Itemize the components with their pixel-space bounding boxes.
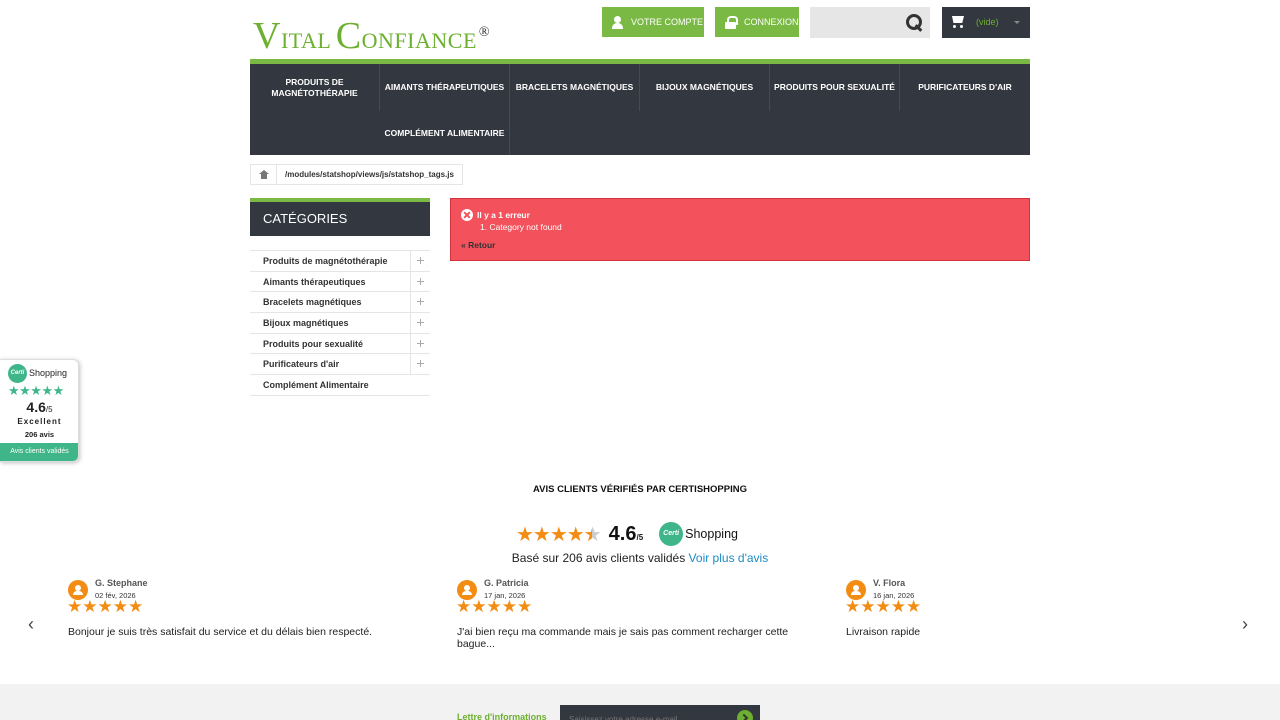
certishopping-badge[interactable]: Certi Shopping ★★★★★ 4.6/5 Excellent 206… [0, 359, 79, 462]
back-link[interactable]: « Retour [461, 240, 495, 250]
plus-icon[interactable] [410, 292, 430, 313]
logo-letter-c: C [335, 15, 362, 57]
logo-registered: ® [478, 25, 491, 40]
category-item-bijoux[interactable]: Bijoux magnétiques [250, 313, 430, 334]
review-stars: ★★★★★ [845, 597, 922, 616]
reviews-title: AVIS CLIENTS VÉRIFIÉS PAR CERTISHOPPING [533, 484, 747, 495]
category-label: Complément Alimentaire [263, 380, 369, 391]
newsletter-email-input[interactable] [560, 705, 730, 720]
cart-icon [950, 15, 965, 29]
category-label: Produits pour sexualité [263, 338, 364, 349]
review-author: G. Patricia [484, 578, 529, 588]
category-label: Produits de magnétothérapie [263, 256, 388, 266]
certishopping-logo: Certi [8, 364, 27, 383]
menu-item-bijoux[interactable]: Bijoux magnétiques [640, 64, 770, 111]
badge-score-value: 4.6 [26, 399, 46, 415]
breadcrumb-current: /modules/statshop/views/js/statshop_tags… [285, 170, 454, 179]
category-item-sexualite[interactable]: Produits pour sexualité [250, 333, 430, 355]
category-item-aimants[interactable]: Aimants thérapeutiques [250, 271, 430, 293]
review-stars: ★★★★★ [67, 597, 144, 616]
logo-letter-v: V [253, 15, 281, 57]
rating-score-value: 4.6 [608, 522, 637, 545]
newsletter-submit-icon[interactable] [737, 710, 753, 720]
logo-text-ital: ITAL [280, 28, 332, 53]
category-item-magnetotherapie[interactable]: Produits de magnétothérapie [250, 251, 430, 272]
cart-button[interactable]: (vide) [942, 7, 1030, 38]
search-input[interactable] [810, 7, 900, 38]
error-alert: Il y a 1 erreur 1. Category not found « … [450, 198, 1030, 261]
login-button-label: Connexion [744, 17, 799, 27]
review-author: V. Flora [873, 578, 906, 588]
menu-item-purificateurs[interactable]: Purificateurs d'air [900, 64, 1030, 111]
plus-icon[interactable] [410, 271, 430, 292]
rating-score: 4.6/5 [609, 523, 643, 546]
category-item-purificateurs[interactable]: Purificateurs d'air [250, 354, 430, 376]
error-title: Il y a 1 erreur [477, 210, 530, 220]
category-label: Purificateurs d'air [263, 359, 340, 370]
login-button[interactable]: Connexion [715, 7, 799, 37]
category-item-complement[interactable]: Complément Alimentaire [250, 375, 430, 396]
reviews-count-text: Basé sur 206 avis clients validés [511, 551, 686, 565]
badge-grade: Excellent [17, 417, 62, 426]
cart-label: (vide) [976, 17, 999, 27]
rating-stars-full: ★★★★ [516, 523, 585, 546]
badge-brand: Shopping [29, 368, 68, 378]
reviews-summary: ★★★★★ 4.6/5 Certi Shopping [516, 520, 738, 548]
home-icon[interactable] [251, 165, 277, 184]
review-text: J'ai bien reçu ma commande mais je sais … [457, 626, 789, 650]
badge-footer: Avis clients validés [0, 443, 78, 461]
menu-item-sexualite[interactable]: Produits pour sexualité [770, 64, 900, 111]
category-label: Bracelets magnétiques [263, 297, 362, 308]
rating-stars: ★★★★★ [516, 522, 602, 547]
menu-item-bracelets[interactable]: Bracelets magnétiques [510, 64, 640, 111]
carousel-next-icon[interactable]: › [1242, 614, 1248, 635]
plus-icon[interactable] [410, 354, 430, 375]
rating-star-half: ★ [584, 522, 602, 547]
logo-text-onfiance: ONFIANCE [361, 28, 477, 53]
category-label: Aimants thérapeutiques [263, 276, 366, 287]
category-label: Bijoux magnétiques [263, 318, 349, 329]
plus-icon[interactable] [410, 313, 430, 334]
account-button[interactable]: Votre compte [602, 7, 704, 37]
search-icon[interactable] [906, 14, 923, 31]
menu-item-aimants[interactable]: Aimants thérapeutiques [380, 64, 510, 111]
review-stars: ★★★★★ [456, 597, 533, 616]
search-box [810, 7, 930, 38]
categories-list: Produits de magnétothérapie Aimants thér… [250, 250, 430, 396]
lock-icon [725, 15, 738, 29]
certishopping-logo: Certi [659, 522, 684, 546]
review-text: Bonjour je suis très satisfait du servic… [68, 626, 373, 638]
page: VITAL CONFIANCE ® Votre compte Connexion … [0, 0, 1280, 720]
error-message: 1. Category not found [480, 222, 562, 232]
review-author: G. Stephane [95, 578, 148, 588]
user-icon [612, 15, 623, 29]
badge-count: 206 avis [24, 430, 55, 439]
rating-score-max: /5 [636, 532, 644, 542]
categories-heading: Catégories [250, 198, 430, 236]
certishopping-brand: Shopping [685, 527, 738, 541]
main-menu: Produits de magnétothérapie Aimants thér… [250, 59, 1030, 155]
breadcrumb: /modules/statshop/views/js/statshop_tags… [250, 164, 463, 185]
badge-score: 4.6/5 [0, 399, 78, 415]
newsletter-label: Lettre d'informations [457, 712, 547, 720]
menu-item-complement[interactable]: Complément alimentaire [380, 111, 510, 155]
account-button-label: Votre compte [631, 17, 704, 27]
carousel-prev-icon[interactable]: ‹ [28, 614, 34, 635]
plus-icon[interactable] [410, 333, 430, 354]
reviews-based-on: Basé sur 206 avis clients validés Voir p… [0, 551, 1280, 565]
category-item-bracelets[interactable]: Bracelets magnétiques [250, 292, 430, 314]
chevron-down-icon [1014, 21, 1020, 24]
plus-icon[interactable] [410, 251, 430, 271]
badge-stars: ★★★★★ [8, 383, 64, 398]
badge-score-max: /5 [45, 405, 53, 414]
review-text: Livraison rapide [846, 626, 921, 638]
error-icon [461, 209, 473, 221]
site-logo[interactable]: VITAL CONFIANCE ® [253, 14, 490, 58]
newsletter-box [560, 705, 760, 720]
see-more-reviews-link[interactable]: Voir plus d'avis [689, 551, 769, 565]
menu-item-magnetotherapie[interactable]: Produits de magnétothérapie [250, 64, 380, 111]
